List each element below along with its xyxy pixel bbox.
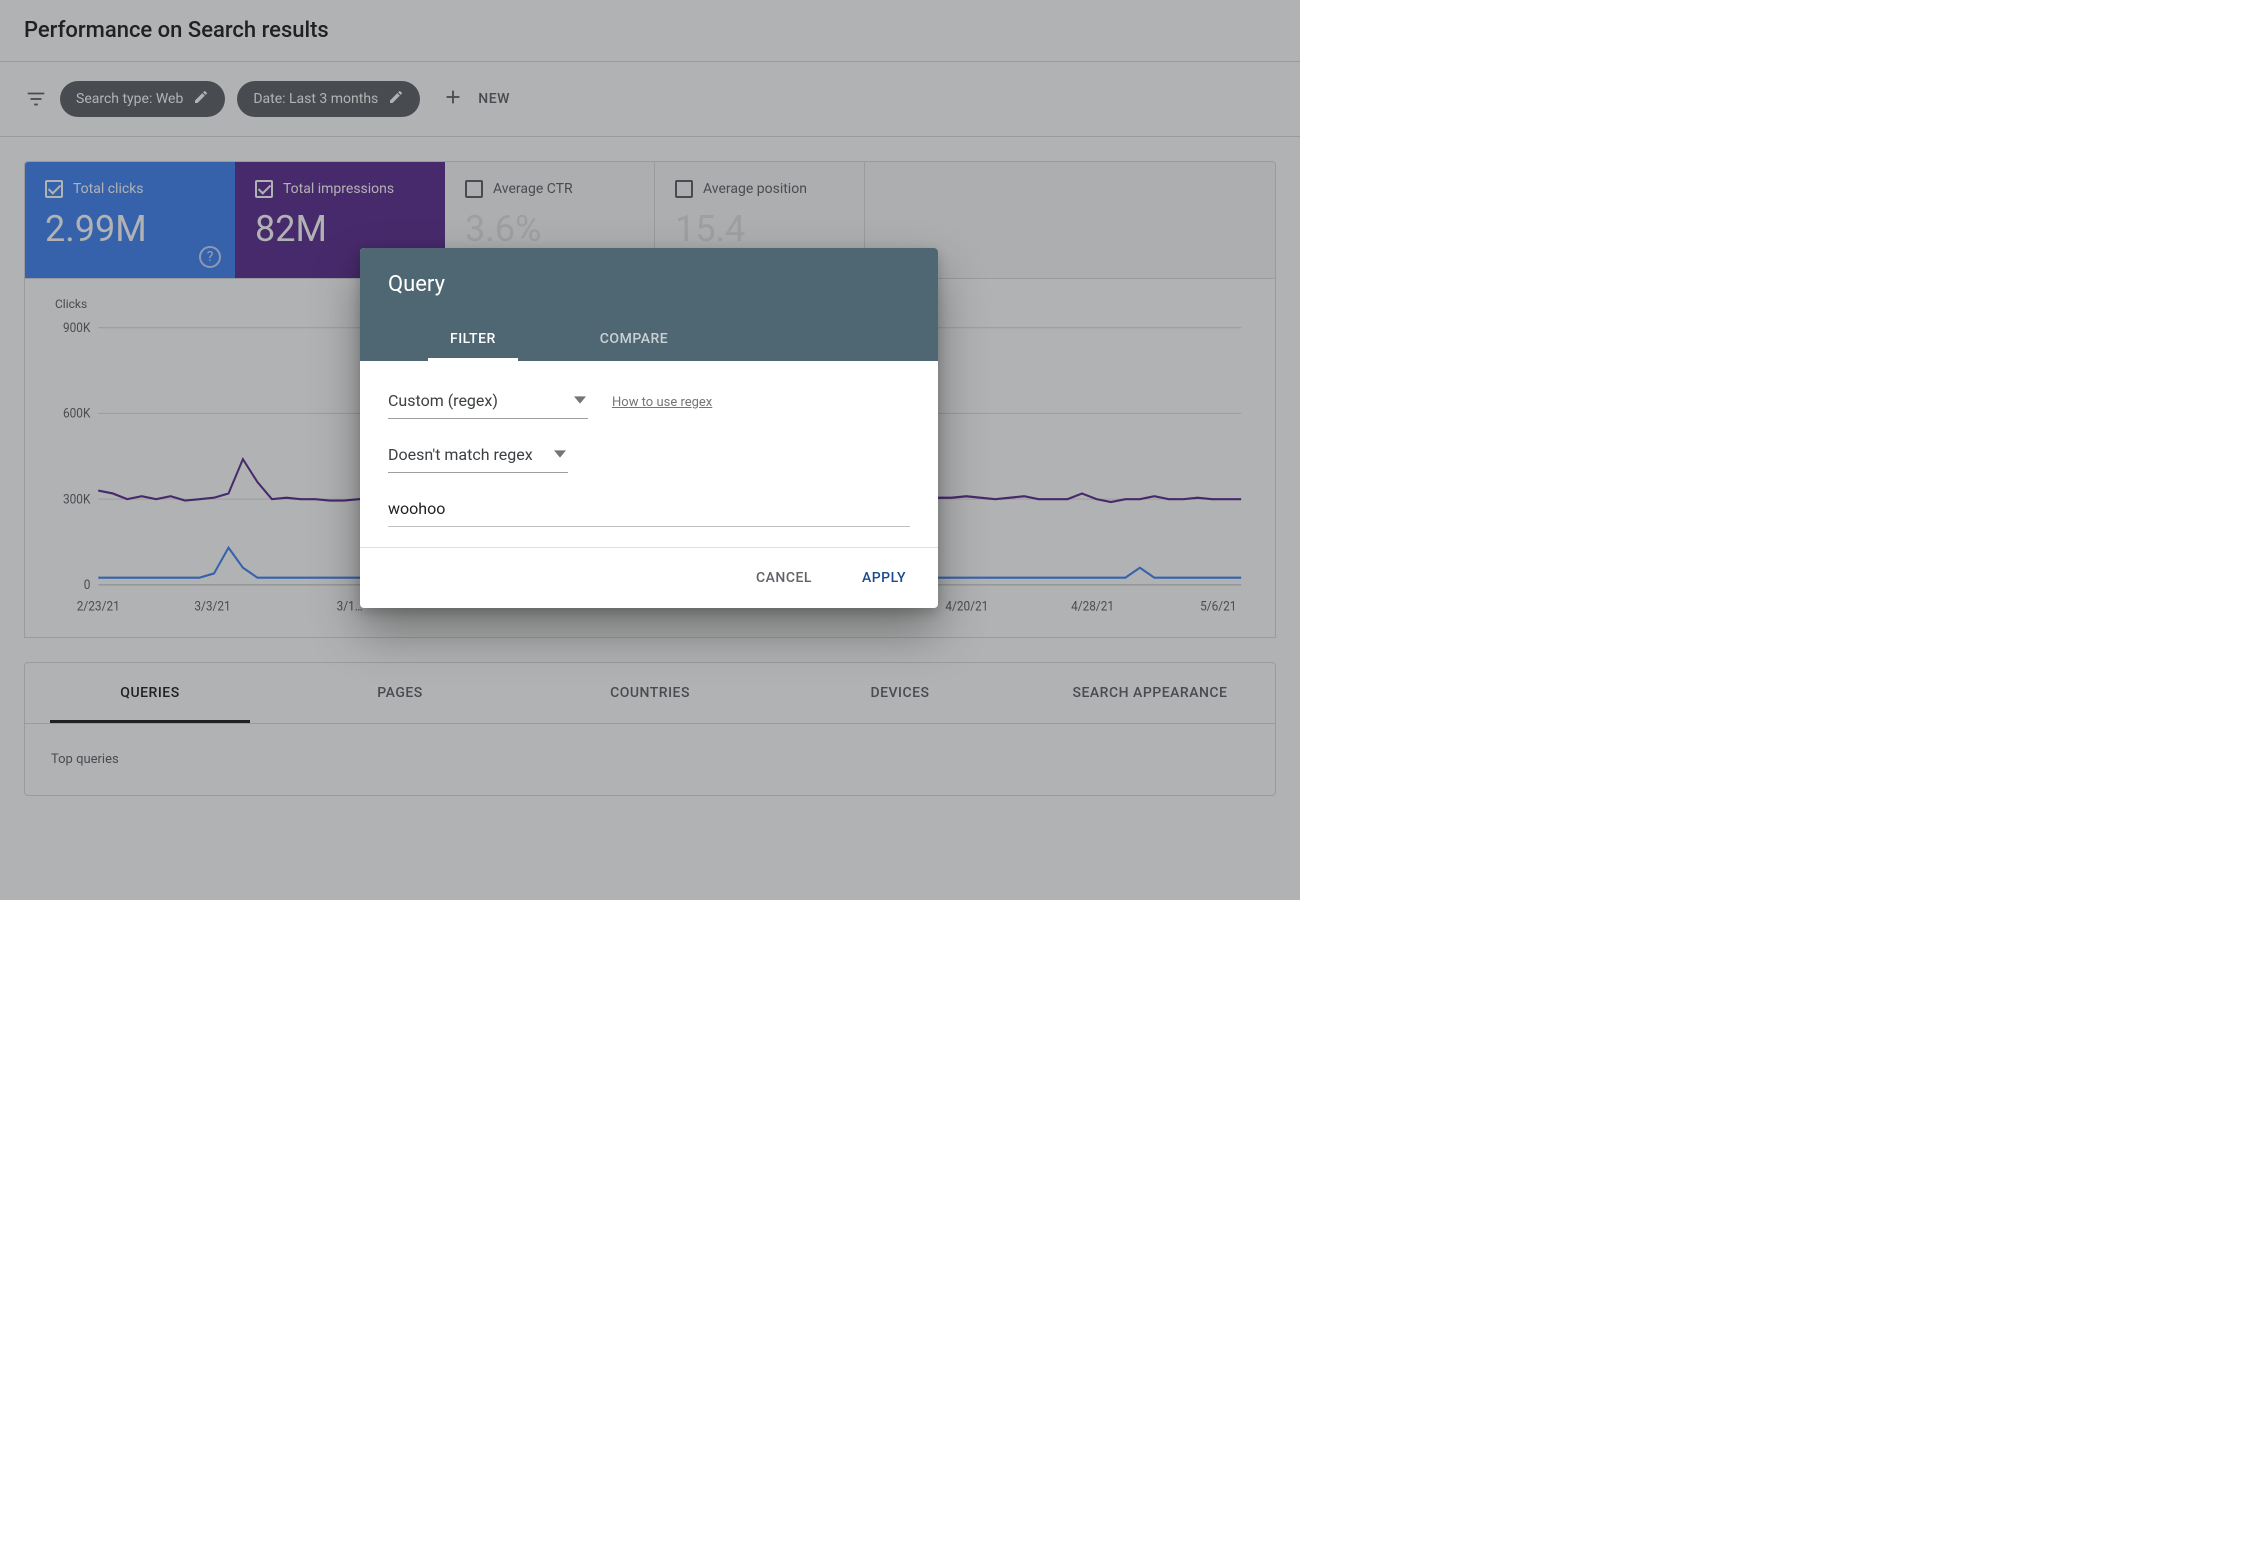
query-modal: Query FILTER COMPARE Custom (regex) How … xyxy=(360,248,938,608)
select-value: Doesn't match regex xyxy=(388,445,533,464)
select-filter-mode[interactable]: Custom (regex) xyxy=(388,385,588,419)
chevron-down-icon xyxy=(574,391,586,410)
modal-title: Query xyxy=(388,272,910,297)
chevron-down-icon xyxy=(554,445,566,464)
modal-overlay[interactable]: Query FILTER COMPARE Custom (regex) How … xyxy=(0,0,1300,900)
select-match-mode[interactable]: Doesn't match regex xyxy=(388,439,568,473)
select-value: Custom (regex) xyxy=(388,391,498,410)
cancel-button[interactable]: CANCEL xyxy=(744,562,824,594)
regex-input[interactable] xyxy=(388,493,910,527)
help-link-regex[interactable]: How to use regex xyxy=(612,395,712,410)
modal-tab-compare[interactable]: COMPARE xyxy=(578,317,690,361)
apply-button[interactable]: APPLY xyxy=(850,562,918,594)
modal-header: Query FILTER COMPARE xyxy=(360,248,938,361)
modal-tab-filter[interactable]: FILTER xyxy=(428,317,518,361)
